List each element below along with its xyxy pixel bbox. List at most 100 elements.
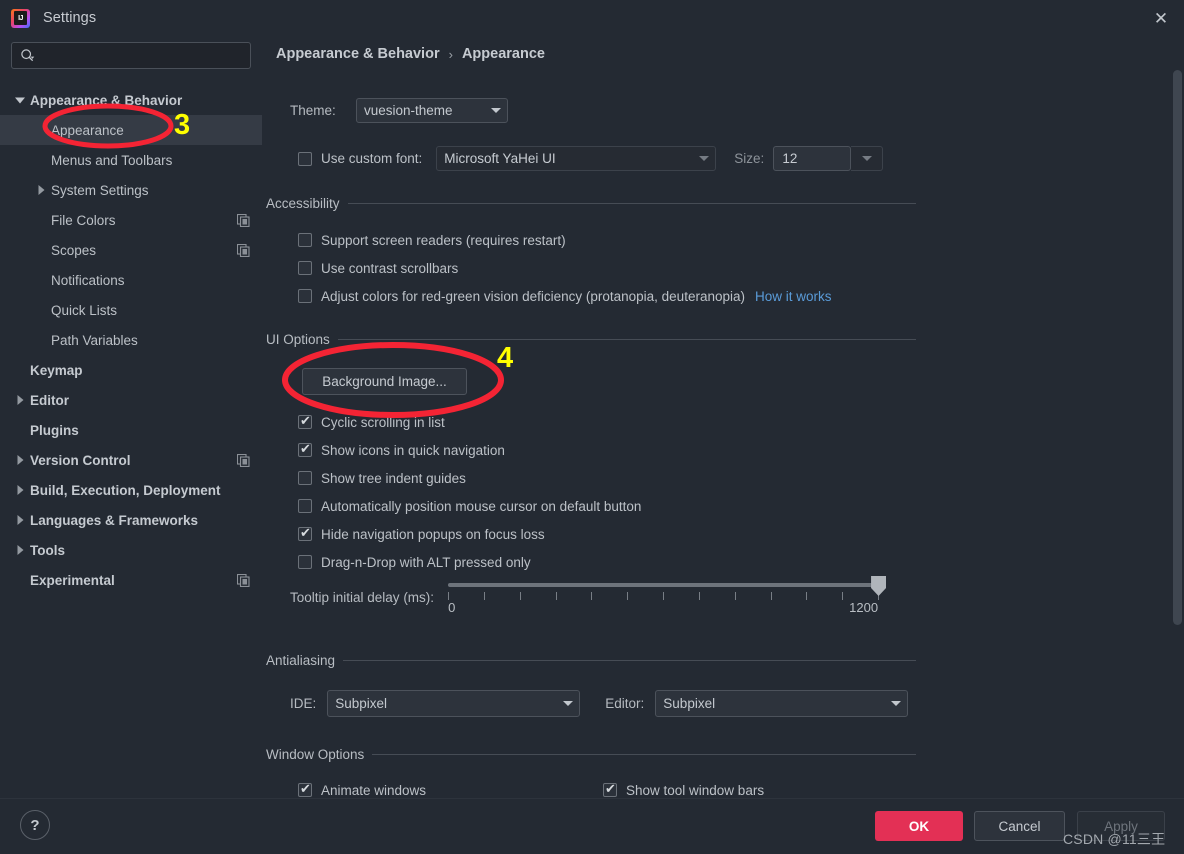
how-it-works-link[interactable]: How it works: [755, 289, 832, 304]
window-options-checkboxes: Animate windows Show tool window bars: [298, 778, 948, 798]
antialiasing-ide-label: IDE:: [290, 696, 317, 711]
section-divider: [337, 339, 916, 340]
checkbox-cyclic-scrolling-in-list[interactable]: [298, 413, 312, 429]
sidebar-item-version-control[interactable]: Version Control: [0, 445, 262, 475]
checkbox-drag-n-drop-with-alt-pressed-only[interactable]: [298, 555, 312, 569]
checkbox-automatically-position-mouse-cursor-on-default-button[interactable]: [298, 499, 312, 513]
sidebar-item-system-settings[interactable]: System Settings: [0, 175, 262, 205]
checkbox-label: Show tool window bars: [626, 782, 765, 798]
sidebar-item-experimental[interactable]: Experimental: [0, 565, 262, 595]
copy-settings-icon[interactable]: [237, 453, 250, 467]
background-image-button[interactable]: Background Image...: [302, 368, 467, 395]
settings-sidebar: Appearance & Behavior Appearance Menus and…: [0, 36, 262, 798]
sidebar-item-scopes[interactable]: Scopes: [0, 235, 262, 265]
chevron-down-icon: [885, 701, 907, 706]
checkbox-hide-navigation-popups-on-focus-loss[interactable]: [298, 525, 312, 541]
chevron-right-icon[interactable]: [12, 392, 28, 408]
checkbox-row: Show icons in quick navigation: [298, 436, 641, 464]
sidebar-item-label: Scopes: [51, 242, 97, 258]
sidebar-item-plugins[interactable]: Plugins: [0, 415, 262, 445]
sidebar-item-file-colors[interactable]: File Colors: [0, 205, 262, 235]
chevron-down-icon: [557, 701, 579, 706]
copy-settings-icon[interactable]: [237, 573, 250, 587]
antialiasing-ide-select[interactable]: Subpixel: [327, 690, 581, 717]
window-options-title: Window Options: [266, 747, 365, 762]
search-input[interactable]: [35, 48, 250, 63]
tooltip-delay-label: Tooltip initial delay (ms):: [290, 589, 435, 605]
sidebar-item-tools[interactable]: Tools: [0, 535, 262, 565]
antialiasing-ide-value: Subpixel: [335, 696, 388, 711]
sidebar-item-label: Languages & Frameworks: [30, 512, 199, 528]
checkbox-adjust-colors-for-red-green-vision-deficiency-protanopia-deuteranopia[interactable]: [298, 289, 312, 303]
checkbox-show-icons-in-quick-navigation[interactable]: [298, 441, 312, 457]
sidebar-item-keymap[interactable]: Keymap: [0, 355, 262, 385]
theme-select[interactable]: vuesion-theme: [356, 98, 508, 123]
checkbox-show-tool-window-bars[interactable]: [603, 781, 617, 797]
font-size-value: 12: [782, 151, 798, 166]
slider-min-label: 0: [448, 600, 456, 615]
slider-max-label: 1200: [849, 600, 879, 615]
help-button[interactable]: ?: [20, 810, 50, 840]
ok-button[interactable]: OK: [875, 811, 963, 841]
copy-settings-icon[interactable]: [237, 243, 250, 257]
sidebar-item-appearance[interactable]: Appearance: [0, 115, 262, 145]
checkbox-label: Adjust colors for red-green vision defic…: [321, 288, 745, 304]
checkbox-animate-windows[interactable]: [298, 781, 312, 797]
search-icon: [20, 48, 35, 63]
chevron-right-icon[interactable]: [12, 542, 28, 558]
chevron-right-icon[interactable]: [33, 182, 49, 198]
checkbox-label: Drag-n-Drop with ALT pressed only: [321, 554, 531, 570]
font-size-input[interactable]: 12: [773, 146, 852, 171]
checkbox-label: Animate windows: [321, 782, 427, 798]
checkbox-use-contrast-scrollbars[interactable]: [298, 261, 312, 275]
close-icon[interactable]: ✕: [1138, 0, 1184, 36]
breadcrumb-root: Appearance & Behavior: [276, 46, 440, 62]
checkbox-label: Cyclic scrolling in list: [321, 414, 445, 430]
copy-settings-icon[interactable]: [237, 213, 250, 227]
sidebar-item-quick-lists[interactable]: Quick Lists: [0, 295, 262, 325]
sidebar-item-menus-and-toolbars[interactable]: Menus and Toolbars: [0, 145, 262, 175]
sidebar-item-path-variables[interactable]: Path Variables: [0, 325, 262, 355]
search-container: [0, 36, 262, 69]
chevron-right-icon[interactable]: [12, 482, 28, 498]
window-options-section-header: Window Options: [266, 747, 916, 762]
checkbox-show-tree-indent-guides[interactable]: [298, 471, 312, 485]
accessibility-section-header: Accessibility: [266, 196, 916, 211]
sidebar-item-label: Menus and Toolbars: [51, 152, 173, 168]
chevron-right-icon[interactable]: [12, 512, 28, 528]
antialiasing-editor-value: Subpixel: [663, 696, 716, 711]
slider-track[interactable]: [448, 583, 879, 587]
sidebar-item-editor[interactable]: Editor: [0, 385, 262, 415]
checkbox-support-screen-readers-requires-restart[interactable]: [298, 233, 312, 247]
watermark: CSDN @11三王: [1063, 831, 1166, 847]
custom-font-select-value: Microsoft YaHei UI: [444, 151, 556, 166]
checkbox-row: Show tool window bars: [603, 778, 764, 798]
sidebar-item-label: Plugins: [30, 422, 79, 438]
annotation-number-4: 4: [497, 342, 514, 374]
sidebar-item-label: Quick Lists: [51, 302, 118, 318]
search-box[interactable]: [11, 42, 251, 69]
checkbox-row: Use contrast scrollbars: [298, 254, 832, 282]
sidebar-item-notifications[interactable]: Notifications: [0, 265, 262, 295]
cancel-button[interactable]: Cancel: [974, 811, 1065, 841]
custom-font-select[interactable]: Microsoft YaHei UI: [436, 146, 717, 171]
checkbox-row: Hide navigation popups on focus loss: [298, 520, 641, 548]
use-custom-font-checkbox[interactable]: [298, 151, 312, 166]
chevron-right-icon[interactable]: [12, 452, 28, 468]
slider-ticks: [448, 592, 880, 600]
tooltip-delay-slider[interactable]: 0 1200: [448, 576, 887, 618]
chevron-down-icon[interactable]: [12, 92, 28, 108]
sidebar-item-build-execution-deployment[interactable]: Build, Execution, Deployment: [0, 475, 262, 505]
font-size-stepper[interactable]: [851, 146, 884, 171]
content-scrollbar-thumb[interactable]: [1173, 70, 1182, 625]
antialiasing-editor-select[interactable]: Subpixel: [655, 690, 909, 717]
sidebar-item-appearance-behavior[interactable]: Appearance & Behavior: [0, 85, 262, 115]
sidebar-item-label: Notifications: [51, 272, 125, 288]
sidebar-item-languages-frameworks[interactable]: Languages & Frameworks: [0, 505, 262, 535]
